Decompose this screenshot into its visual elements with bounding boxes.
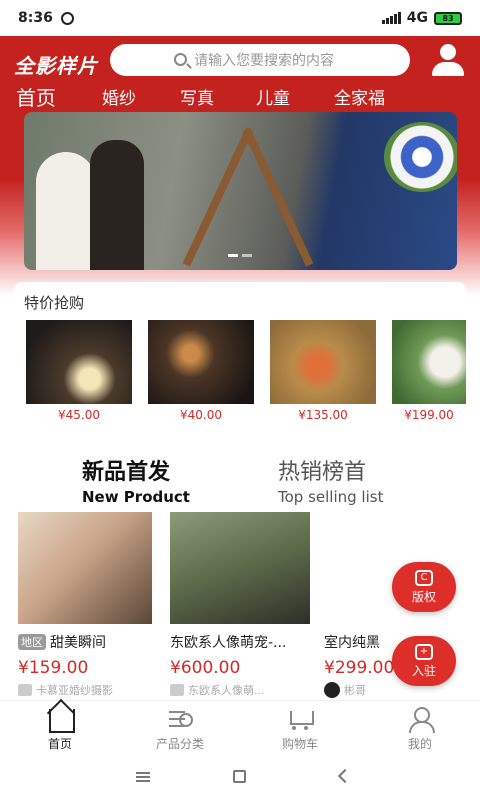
join-icon: + bbox=[415, 644, 433, 660]
product-image bbox=[170, 512, 310, 624]
cart-icon bbox=[287, 707, 314, 731]
status-time: 8:36 bbox=[18, 10, 53, 26]
category-icon bbox=[167, 707, 193, 731]
product-name: 室内纯黑 bbox=[324, 635, 380, 651]
user-icon[interactable] bbox=[428, 42, 468, 78]
bottom-tab-home-label: 首页 bbox=[47, 737, 72, 751]
carousel-indicator bbox=[228, 254, 252, 257]
profile-icon bbox=[407, 707, 435, 733]
region-badge: 地区 bbox=[18, 634, 46, 650]
copyright-label: 版权 bbox=[411, 590, 436, 604]
bottom-tab-home[interactable]: 首页 bbox=[20, 707, 100, 752]
tab-kids[interactable]: 儿童 bbox=[256, 84, 290, 109]
bottom-tab-category-label: 产品分类 bbox=[155, 737, 204, 751]
search-icon bbox=[174, 53, 187, 66]
product-name: 甜美瞬间 bbox=[50, 635, 106, 651]
banner-carousel[interactable] bbox=[24, 112, 457, 270]
copyright-button[interactable]: C 版权 bbox=[392, 562, 456, 612]
product-card[interactable]: 地区 甜美瞬间 ¥159.00 卡慕亚婚纱摄影 bbox=[18, 512, 158, 698]
join-button[interactable]: + 入驻 bbox=[392, 636, 456, 686]
back-icon[interactable] bbox=[337, 768, 353, 784]
deal-price: ¥135.00 bbox=[298, 408, 348, 422]
product-card[interactable]: 东欧系人像萌宠-... ¥600.00 东欧系人像萌... bbox=[170, 512, 310, 698]
join-label: 入驻 bbox=[411, 664, 436, 678]
deal-item[interactable]: ¥45.00 bbox=[26, 320, 132, 422]
deal-image bbox=[26, 320, 132, 404]
search-input[interactable]: 请输入您要搜索的内容 bbox=[110, 44, 410, 76]
tab-top-selling[interactable]: 热销榜首 Top selling list bbox=[278, 454, 383, 506]
deal-item[interactable]: ¥199.00 bbox=[392, 320, 466, 422]
deal-item[interactable]: ¥40.00 bbox=[148, 320, 254, 422]
product-image bbox=[18, 512, 152, 624]
bottom-tab-cart-label: 购物车 bbox=[281, 737, 318, 751]
tab-family[interactable]: 全家福 bbox=[334, 84, 385, 109]
shop-avatar bbox=[324, 682, 340, 698]
shop-avatar bbox=[18, 684, 32, 696]
bottom-tab-category[interactable]: 产品分类 bbox=[140, 707, 220, 752]
deal-image bbox=[148, 320, 254, 404]
product-section-tabs: 新品首发 New Product 热销榜首 Top selling list bbox=[0, 452, 480, 508]
tab-home[interactable]: 首页 bbox=[16, 82, 56, 111]
home-icon bbox=[47, 707, 75, 733]
tab-top-selling-zh: 热销榜首 bbox=[278, 460, 367, 485]
category-nav: 首页 婚纱 写真 儿童 全家福 bbox=[0, 82, 480, 112]
product-name: 东欧系人像萌宠-... bbox=[170, 635, 287, 651]
battery-icon: 83 bbox=[434, 11, 462, 25]
signal-icon bbox=[381, 12, 401, 24]
menu-icon[interactable] bbox=[136, 772, 150, 774]
bottom-tab-cart[interactable]: 购物车 bbox=[260, 707, 340, 752]
tab-new-product[interactable]: 新品首发 New Product bbox=[82, 454, 190, 506]
network-type: 4G bbox=[406, 10, 428, 26]
app-logo: 全影样片 bbox=[14, 54, 98, 78]
product-price: ¥159.00 bbox=[18, 658, 89, 678]
search-placeholder: 请输入您要搜索的内容 bbox=[194, 53, 334, 69]
tab-new-product-en: New Product bbox=[82, 488, 190, 506]
tab-new-product-zh: 新品首发 bbox=[82, 460, 171, 485]
section-title: 特价抢购 bbox=[24, 294, 85, 312]
bottom-tab-bar: 首页 产品分类 购物车 我的 bbox=[0, 700, 480, 754]
system-home-icon[interactable] bbox=[233, 770, 246, 783]
system-navigation-bar bbox=[0, 754, 480, 800]
special-offer-section: 特价抢购 ¥45.00 ¥40.00 ¥135.00 ¥199.00 bbox=[14, 282, 466, 448]
product-price: ¥600.00 bbox=[170, 658, 241, 678]
shop-avatar bbox=[170, 684, 184, 696]
shop-name: 卡慕亚婚纱摄影 bbox=[36, 684, 113, 697]
app-screen: 8:36 4G 83 全影样片 请输入您要搜索的内容 首页 婚纱 写真 儿童 全… bbox=[0, 0, 480, 800]
shop-name: 东欧系人像萌... bbox=[188, 684, 265, 697]
deal-item[interactable]: ¥135.00 bbox=[270, 320, 376, 422]
deal-price: ¥45.00 bbox=[58, 408, 100, 422]
tab-portrait[interactable]: 写真 bbox=[180, 84, 214, 109]
bottom-tab-me[interactable]: 我的 bbox=[380, 707, 460, 752]
tab-wedding[interactable]: 婚纱 bbox=[102, 84, 136, 109]
status-bar: 8:36 4G 83 bbox=[0, 0, 480, 36]
bottom-tab-me-label: 我的 bbox=[407, 737, 432, 751]
copyright-icon: C bbox=[415, 570, 433, 586]
deal-image bbox=[392, 320, 466, 404]
shop-name: 彬哥 bbox=[344, 684, 366, 697]
deal-image bbox=[270, 320, 376, 404]
tab-top-selling-en: Top selling list bbox=[278, 488, 384, 506]
deal-price: ¥199.00 bbox=[404, 408, 454, 422]
deal-price: ¥40.00 bbox=[180, 408, 222, 422]
notification-icon bbox=[60, 11, 74, 25]
